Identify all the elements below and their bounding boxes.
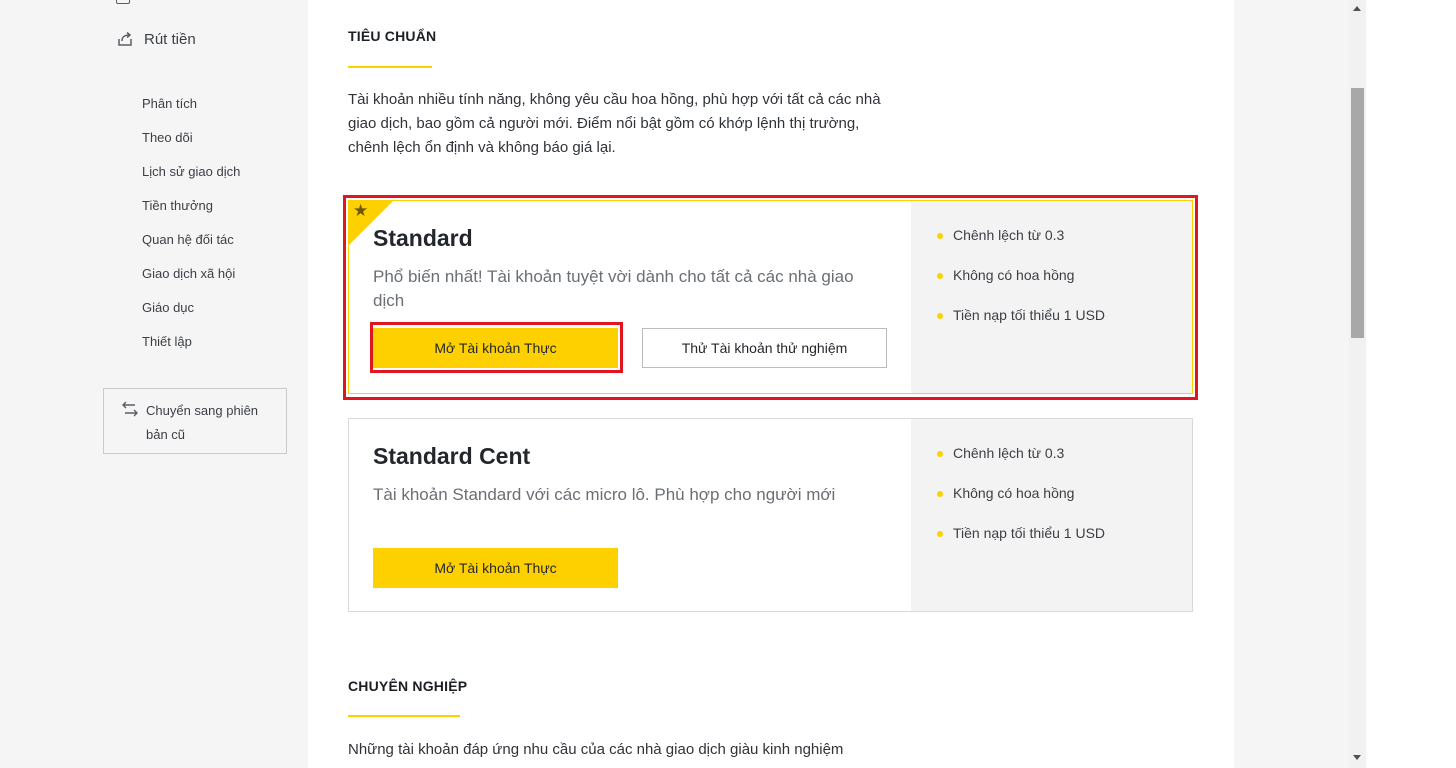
feature-item: Tiền nạp tối thiểu 1 USD <box>937 525 1192 565</box>
feature-item: Chênh lệch từ 0.3 <box>937 227 1192 267</box>
bullet-icon <box>937 313 943 319</box>
star-icon: ★ <box>353 201 369 220</box>
sidebar-item-settings[interactable]: Thiết lập <box>142 332 240 366</box>
sidebar: Rút tiền Phân tích Theo dõi Lịch sử giao… <box>0 0 308 768</box>
bullet-icon <box>937 273 943 279</box>
bullet-icon <box>937 491 943 497</box>
sidebar-item-analytics[interactable]: Phân tích <box>142 94 240 128</box>
sidebar-item-monitoring[interactable]: Theo dõi <box>142 128 240 162</box>
section-underline <box>348 715 460 717</box>
open-real-account-button[interactable]: Mở Tài khoản Thực <box>373 328 618 368</box>
account-card-standard: ★ Standard Phổ biến nhất! Tài khoản tuyệ… <box>348 200 1193 394</box>
account-description: Tài khoản Standard với các micro lô. Phù… <box>373 485 836 504</box>
bullet-icon <box>937 531 943 537</box>
sidebar-item-trade-history[interactable]: Lịch sử giao dịch <box>142 162 240 196</box>
account-description: Phổ biến nhất! Tài khoản tuyệt vời dành … <box>373 267 854 310</box>
pro-section-title: CHUYÊN NGHIỆP <box>348 678 468 694</box>
pro-section-description: Những tài khoản đáp ứng nhu cầu của các … <box>348 741 844 758</box>
account-name: Standard Cent <box>373 443 531 469</box>
withdraw-link[interactable]: Rút tiền <box>116 30 196 48</box>
sidebar-item-social-trading[interactable]: Giao dịch xã hội <box>142 264 240 298</box>
main-content: TIÊU CHUẨN Tài khoản nhiều tính năng, kh… <box>308 0 1234 768</box>
sidebar-item-bonuses[interactable]: Tiền thưởng <box>142 196 240 230</box>
feature-item: Tiền nạp tối thiểu 1 USD <box>937 307 1192 347</box>
bullet-icon <box>937 451 943 457</box>
sidebar-item-partnership[interactable]: Quan hệ đối tác <box>142 230 240 264</box>
account-card-standard-cent: Standard Cent Tài khoản Standard với các… <box>348 418 1193 612</box>
withdraw-label: Rút tiền <box>144 30 196 48</box>
scroll-down-arrow-icon[interactable] <box>1353 755 1361 760</box>
account-features: Chênh lệch từ 0.3 Không có hoa hồng Tiền… <box>937 227 1192 347</box>
swap-arrows-icon <box>122 401 138 417</box>
sidebar-item-education[interactable]: Giáo dục <box>142 298 240 332</box>
withdraw-icon <box>118 31 132 46</box>
standard-section-description: Tài khoản nhiều tính năng, không yêu cầu… <box>348 91 881 156</box>
switch-old-version-button[interactable]: Chuyển sang phiên bản cũ <box>103 388 287 454</box>
section-underline <box>348 66 432 68</box>
wallet-icon[interactable] <box>116 0 130 4</box>
sidebar-nav: Phân tích Theo dõi Lịch sử giao dịch Tiề… <box>142 94 240 366</box>
switch-old-version-label: Chuyển sang phiên bản cũ <box>146 403 259 442</box>
standard-section-title: TIÊU CHUẨN <box>348 28 437 44</box>
feature-item: Chênh lệch từ 0.3 <box>937 445 1192 485</box>
scroll-up-arrow-icon[interactable] <box>1353 6 1361 11</box>
try-demo-account-button[interactable]: Thử Tài khoản thử nghiệm <box>642 328 887 368</box>
account-features: Chênh lệch từ 0.3 Không có hoa hồng Tiền… <box>937 445 1192 565</box>
bullet-icon <box>937 233 943 239</box>
feature-item: Không có hoa hồng <box>937 485 1192 525</box>
account-name: Standard <box>373 225 473 251</box>
open-real-account-button[interactable]: Mở Tài khoản Thực <box>373 548 618 588</box>
vertical-scrollbar[interactable] <box>1349 0 1366 768</box>
page-margin <box>1366 0 1456 768</box>
scrollbar-thumb[interactable] <box>1351 88 1364 338</box>
feature-item: Không có hoa hồng <box>937 267 1192 307</box>
